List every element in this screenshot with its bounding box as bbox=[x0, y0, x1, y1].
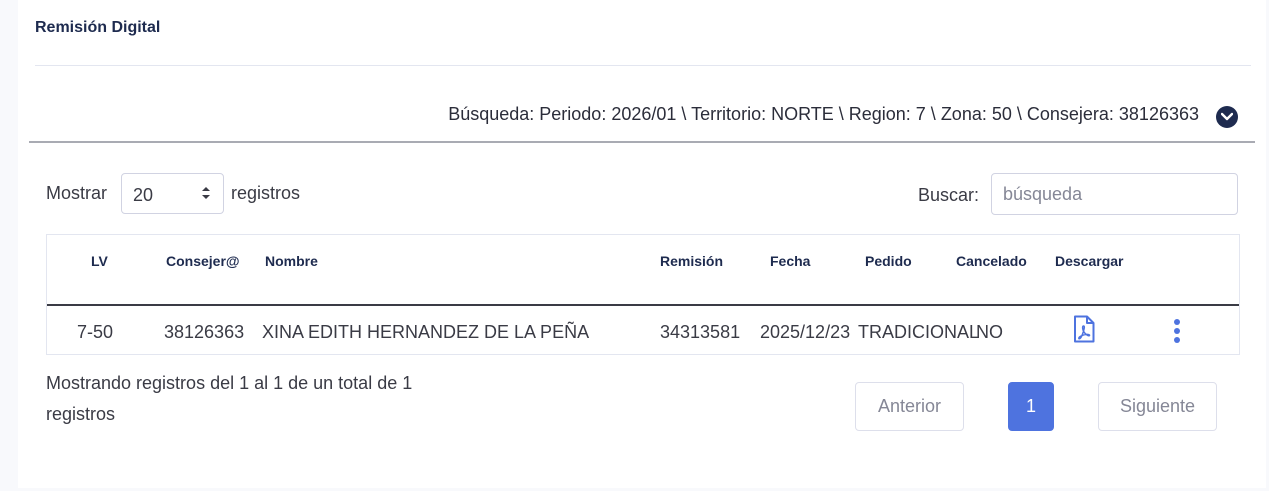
more-vertical-icon[interactable] bbox=[1171, 319, 1183, 343]
card-title: Remisión Digital bbox=[35, 19, 161, 36]
page-1-button[interactable]: 1 bbox=[1008, 382, 1054, 431]
remision-card: Remisión Digital Búsqueda: Periodo: 2026… bbox=[18, 0, 1266, 488]
search-label: Buscar: bbox=[918, 185, 980, 205]
page-length-select[interactable]: 20 bbox=[121, 173, 224, 214]
table-info: Mostrando registros del 1 al 1 de un tot… bbox=[46, 373, 413, 424]
length-suffix-label: registros bbox=[231, 183, 301, 203]
column-header-nombre[interactable]: Nombre bbox=[265, 253, 318, 269]
cell-fecha: 2025/12/23 bbox=[760, 322, 851, 342]
chevron-down-circle-icon[interactable] bbox=[1216, 106, 1238, 128]
cell-lv: 7-50 bbox=[77, 322, 114, 342]
column-header-cancelado[interactable]: Cancelado bbox=[956, 253, 1027, 269]
column-header-fecha[interactable]: Fecha bbox=[770, 253, 810, 269]
column-header-remision[interactable]: Remisión bbox=[660, 253, 723, 269]
search-summary: Búsqueda: Periodo: 2026/01 \ Territorio:… bbox=[448, 104, 1199, 124]
title-divider bbox=[35, 65, 1251, 66]
column-header-pedido[interactable]: Pedido bbox=[865, 253, 912, 269]
length-prefix-label: Mostrar bbox=[46, 183, 108, 203]
search-input[interactable] bbox=[991, 173, 1238, 215]
table-header-divider bbox=[47, 304, 1239, 306]
cell-consejera: 38126363 bbox=[164, 322, 245, 342]
next-page-button[interactable]: Siguiente bbox=[1098, 382, 1217, 431]
filters-divider bbox=[29, 141, 1255, 143]
sort-arrows-icon bbox=[202, 187, 210, 199]
cell-cancelado: NO bbox=[976, 322, 1003, 342]
cell-nombre: XINA EDITH HERNANDEZ DE LA PEÑA bbox=[262, 322, 590, 342]
column-header-consejera[interactable]: Consejer@ bbox=[166, 253, 240, 269]
previous-page-button[interactable]: Anterior bbox=[855, 382, 964, 431]
remisiones-table: LV Consejer@ Nombre Remisión Fecha Pedid… bbox=[46, 234, 1240, 355]
cell-remision: 34313581 bbox=[660, 322, 741, 342]
page-length-value: 20 bbox=[133, 185, 154, 205]
file-pdf-icon[interactable] bbox=[1073, 315, 1095, 343]
column-header-descargar[interactable]: Descargar bbox=[1055, 253, 1124, 269]
column-header-lv[interactable]: LV bbox=[91, 253, 108, 269]
cell-pedido: TRADICIONAL bbox=[858, 322, 980, 342]
